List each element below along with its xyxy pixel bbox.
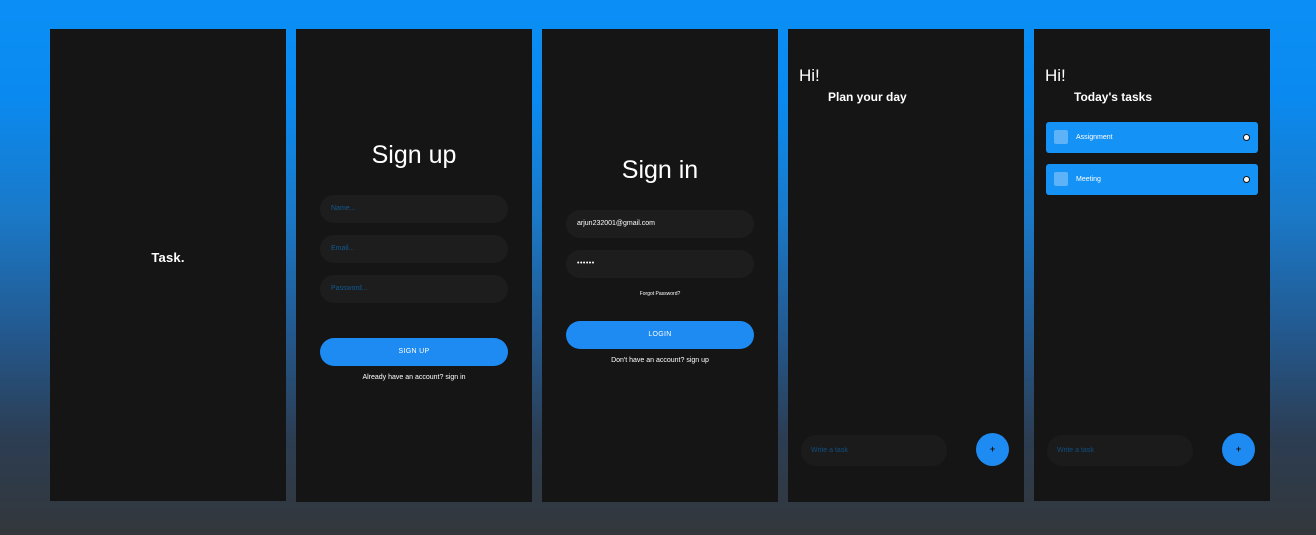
page-subtitle: Today's tasks [1074, 90, 1152, 104]
task-checkbox[interactable] [1054, 172, 1068, 186]
home-tasks-screen: Hi! Today's tasks Assignment Meeting Wri… [1034, 29, 1270, 501]
password-field[interactable]: •••••• [566, 250, 754, 278]
task-item[interactable]: Assignment [1046, 122, 1258, 153]
signup-screen: Sign up Name... Email... Password... SIG… [296, 29, 532, 502]
name-field[interactable]: Name... [320, 195, 508, 223]
task-status-icon[interactable] [1243, 176, 1250, 183]
app-logo: Task. [151, 250, 185, 265]
task-input[interactable]: Write a task [801, 435, 947, 466]
plus-icon: + [1235, 444, 1242, 454]
plus-icon: + [989, 444, 996, 454]
task-item[interactable]: Meeting [1046, 164, 1258, 195]
task-label: Meeting [1076, 176, 1101, 183]
signin-screen: Sign in arjun232001@gmail.com •••••• For… [542, 29, 778, 502]
splash-screen: Task. [50, 29, 286, 501]
email-field[interactable]: arjun232001@gmail.com [566, 210, 754, 238]
forgot-password-link[interactable]: Forgot Password? [542, 291, 778, 297]
greeting: Hi! [799, 66, 820, 85]
home-empty-screen: Hi! Plan your day Write a task + [788, 29, 1024, 502]
signin-title: Sign in [621, 156, 699, 184]
signin-link[interactable]: Already have an account? sign in [296, 374, 532, 381]
signup-link[interactable]: Don't have an account? sign up [542, 357, 778, 364]
signup-title: Sign up [371, 141, 457, 169]
email-field[interactable]: Email... [320, 235, 508, 263]
login-button[interactable]: LOGIN [566, 321, 754, 349]
task-input[interactable]: Write a task [1047, 435, 1193, 466]
task-checkbox[interactable] [1054, 130, 1068, 144]
add-task-button[interactable]: + [1222, 433, 1255, 466]
greeting: Hi! [1045, 66, 1066, 85]
task-label: Assignment [1076, 134, 1113, 141]
page-subtitle: Plan your day [828, 90, 907, 104]
add-task-button[interactable]: + [976, 433, 1009, 466]
password-field[interactable]: Password... [320, 275, 508, 303]
task-status-icon[interactable] [1243, 134, 1250, 141]
signup-button[interactable]: SIGN UP [320, 338, 508, 366]
